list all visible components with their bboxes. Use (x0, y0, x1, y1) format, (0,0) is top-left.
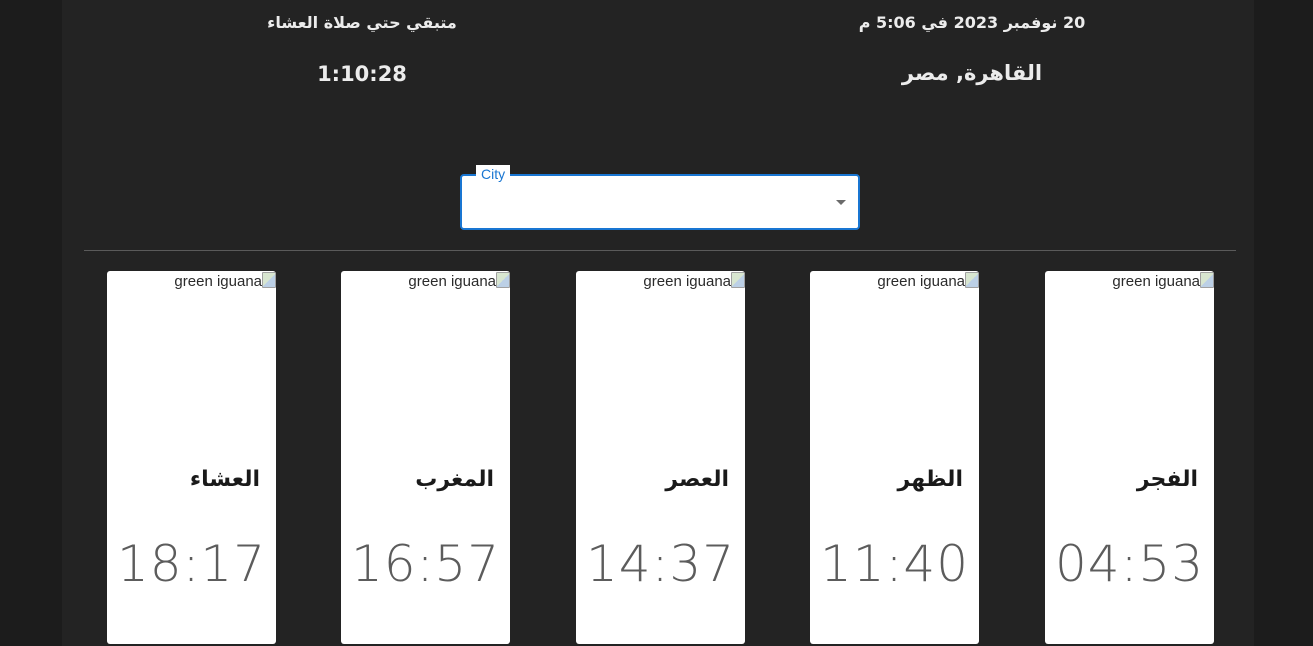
dropdown-arrow-icon[interactable] (836, 200, 846, 205)
card-image: green iguana (643, 271, 745, 293)
prayer-name: الظهر (897, 467, 963, 492)
broken-image-icon (262, 272, 276, 288)
card-image: green iguana (174, 271, 276, 293)
prayer-name: المغرب (415, 467, 494, 492)
image-alt-text: green iguana (1112, 273, 1200, 290)
current-location: القاهرة, مصر (901, 61, 1043, 85)
broken-image-icon (731, 272, 745, 288)
prayer-card-maghrib: green iguana المغرب 16:57 (341, 271, 510, 644)
current-date: 20 نوفمبر 2023 في 5:06 م (858, 13, 1086, 32)
app-container: 20 نوفمبر 2023 في 5:06 م القاهرة, مصر مت… (62, 0, 1254, 646)
broken-image-icon (965, 272, 979, 288)
card-image: green iguana (1112, 271, 1214, 293)
card-image: green iguana (408, 271, 510, 293)
image-alt-text: green iguana (408, 273, 496, 290)
prayer-name: الفجر (1136, 467, 1198, 492)
countdown-label: متبقي حتي صلاة العشاء (267, 13, 457, 32)
image-alt-text: green iguana (174, 273, 262, 290)
prayer-time: 18:17 (116, 535, 267, 593)
prayer-card-dhuhr: green iguana الظهر 11:40 (810, 271, 979, 644)
prayer-card-isha: green iguana العشاء 18:17 (107, 271, 276, 644)
prayer-time: 14:37 (585, 535, 736, 593)
prayer-name: العشاء (189, 467, 260, 492)
prayer-card-asr: green iguana العصر 14:37 (576, 271, 745, 644)
city-select[interactable]: City (460, 165, 860, 230)
prayer-time: 16:57 (350, 535, 501, 593)
image-alt-text: green iguana (643, 273, 731, 290)
city-select-label: City (476, 165, 511, 183)
divider (84, 250, 1236, 251)
countdown-timer: 1:10:28 (317, 62, 407, 86)
card-image: green iguana (877, 271, 979, 293)
broken-image-icon (496, 272, 510, 288)
prayer-card-fajr: green iguana الفجر 04:53 (1045, 271, 1214, 644)
prayer-time: 11:40 (819, 535, 970, 593)
prayer-name: العصر (665, 467, 729, 492)
broken-image-icon (1200, 272, 1214, 288)
image-alt-text: green iguana (877, 273, 965, 290)
prayer-time: 04:53 (1054, 535, 1205, 593)
